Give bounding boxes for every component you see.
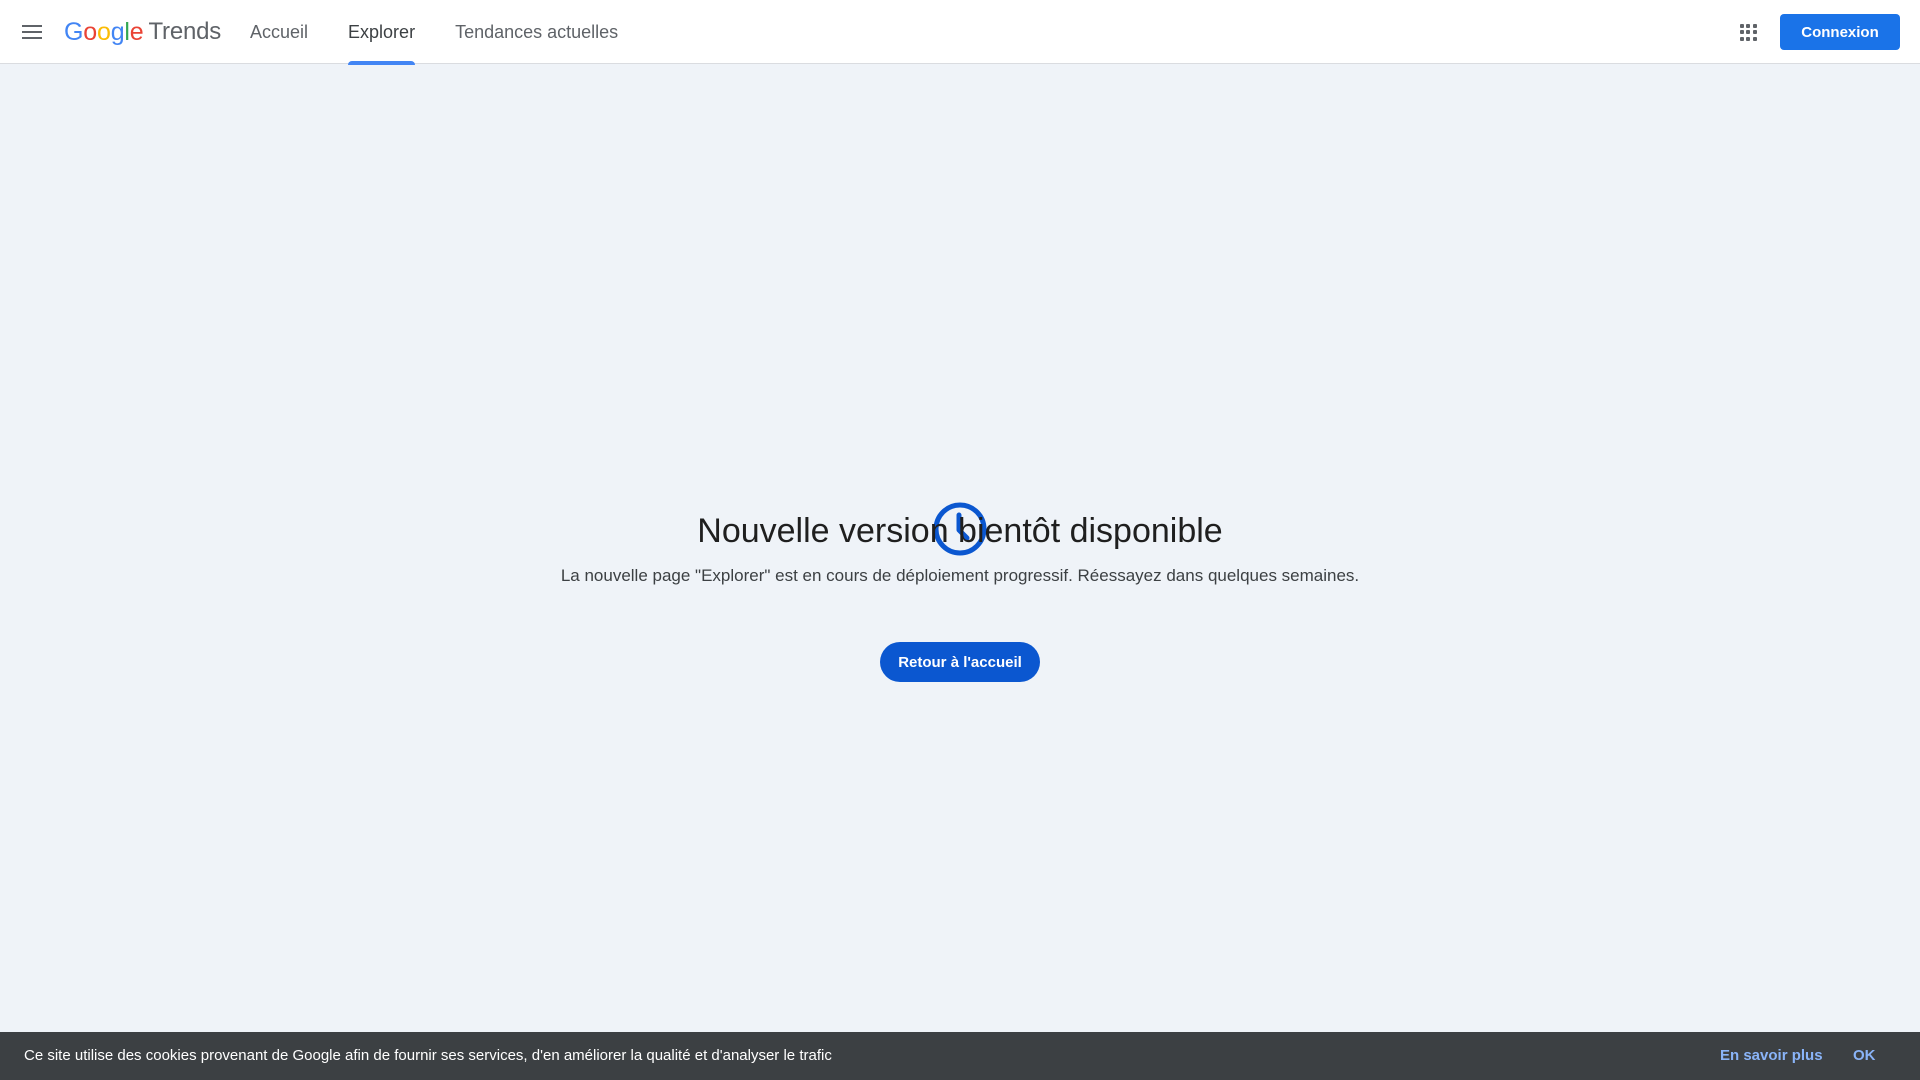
- logo-letter: G: [64, 17, 84, 46]
- logo-letter: g: [110, 17, 125, 46]
- cookie-consent-bar: Ce site utilise des cookies provenant de…: [0, 1032, 1920, 1080]
- page-title: Nouvelle version bientôt disponible: [697, 512, 1223, 550]
- signin-button[interactable]: Connexion: [1780, 14, 1900, 50]
- tab-explorer[interactable]: Explorer: [328, 0, 435, 65]
- main-nav-tabs: Accueil Explorer Tendances actuelles: [230, 0, 638, 65]
- tab-accueil[interactable]: Accueil: [230, 0, 328, 64]
- cookie-notice-text: Ce site utilise des cookies provenant de…: [24, 1047, 832, 1064]
- google-apps-button[interactable]: [1728, 12, 1768, 52]
- hamburger-menu-icon: [22, 25, 42, 39]
- tab-tendances-actuelles[interactable]: Tendances actuelles: [435, 0, 638, 64]
- status-message: La nouvelle page "Explorer" est en cours…: [560, 566, 1360, 585]
- logo-product-name: Trends: [148, 18, 222, 45]
- logo-letter: o: [83, 17, 97, 46]
- main-menu-button[interactable]: [14, 14, 50, 50]
- back-to-home-button[interactable]: Retour à l'accueil: [880, 642, 1040, 682]
- logo-letter: e: [129, 17, 144, 46]
- logo-letter: o: [96, 17, 111, 46]
- cookie-ok-button[interactable]: OK: [1853, 1032, 1876, 1080]
- top-app-bar: Google Trends Accueil Explorer Tendances…: [0, 0, 1920, 65]
- google-trends-logo[interactable]: Google Trends: [64, 16, 221, 48]
- apps-grid-icon: [1739, 23, 1757, 41]
- cookie-learn-more-link[interactable]: En savoir plus: [1720, 1032, 1823, 1080]
